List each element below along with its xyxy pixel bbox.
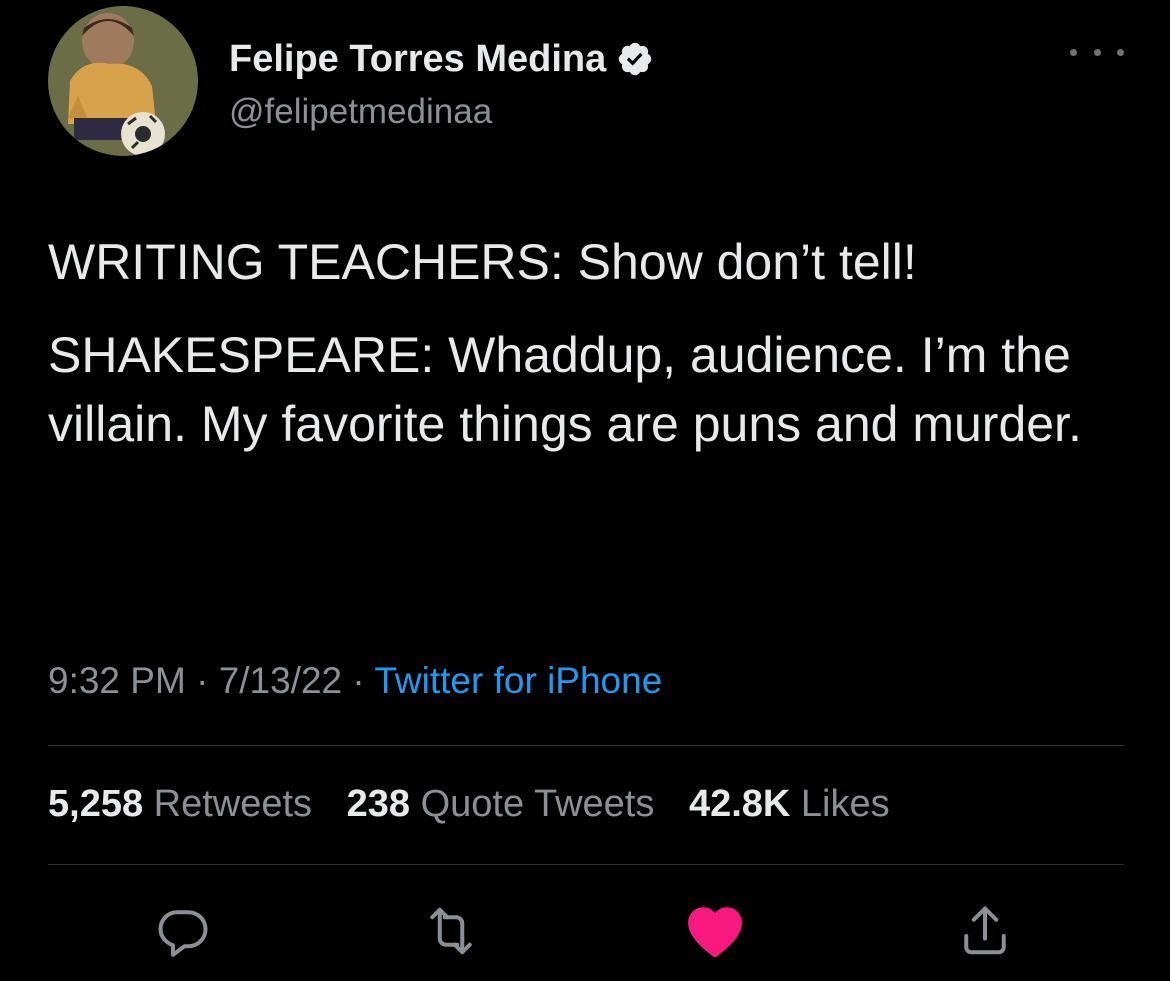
tweet-time[interactable]: 9:32 PM [48, 660, 186, 701]
tweet-actions [0, 896, 1170, 966]
tweet-card: Felipe Torres Medina @felipetmedinaa WRI… [0, 0, 1170, 981]
meta-separator: · [196, 660, 209, 701]
heart-icon [688, 907, 742, 958]
retweet-icon [430, 907, 472, 955]
avatar[interactable] [48, 6, 198, 156]
tweet-header: Felipe Torres Medina @felipetmedinaa [48, 6, 1124, 156]
user-handle[interactable]: @felipetmedinaa [229, 92, 654, 132]
meta-separator: · [352, 660, 365, 701]
likes-stat[interactable]: 42.8K Likes [689, 783, 890, 825]
more-dot [1117, 48, 1124, 56]
tweet-source-link[interactable]: Twitter for iPhone [374, 660, 662, 701]
like-button[interactable] [680, 896, 750, 966]
retweet-button[interactable] [416, 896, 486, 966]
more-options-icon[interactable] [1070, 42, 1124, 62]
quote-tweets-stat[interactable]: 238 Quote Tweets [347, 783, 665, 825]
tweet-date[interactable]: 7/13/22 [219, 660, 342, 701]
likes-count: 42.8K [688, 783, 791, 825]
name-row: Felipe Torres Medina [229, 34, 654, 84]
share-icon [964, 906, 1006, 955]
tweet-paragraph-2: SHAKESPEARE: Whaddup, audience. I’m the … [48, 327, 1082, 452]
divider [48, 864, 1124, 865]
likes-label: Likes [800, 783, 890, 825]
reply-button[interactable] [148, 896, 218, 966]
share-button[interactable] [950, 896, 1020, 966]
tweet-text: WRITING TEACHERS: Show don’t tell! SHAKE… [48, 228, 1138, 459]
quote-tweets-label: Quote Tweets [420, 783, 655, 825]
divider [48, 745, 1124, 746]
tweet-paragraph-1: WRITING TEACHERS: Show don’t tell! [48, 234, 917, 290]
tweet-stats: 5,258 Retweets 238 Quote Tweets 42.8K Li… [48, 783, 890, 826]
tweet-meta: 9:32 PM · 7/13/22 · Twitter for iPhone [48, 660, 662, 702]
avatar-photo-icon [48, 6, 198, 156]
retweets-stat[interactable]: 5,258 Retweets [48, 783, 323, 825]
display-name[interactable]: Felipe Torres Medina [229, 38, 606, 81]
more-dot [1093, 48, 1101, 56]
verified-badge-icon [616, 40, 654, 78]
quote-tweets-count: 238 [346, 783, 411, 825]
user-identity: Felipe Torres Medina @felipetmedinaa [229, 34, 654, 132]
reply-icon [158, 910, 208, 957]
retweets-label: Retweets [153, 783, 313, 825]
more-dot [1070, 48, 1077, 56]
retweets-count: 5,258 [48, 783, 144, 825]
